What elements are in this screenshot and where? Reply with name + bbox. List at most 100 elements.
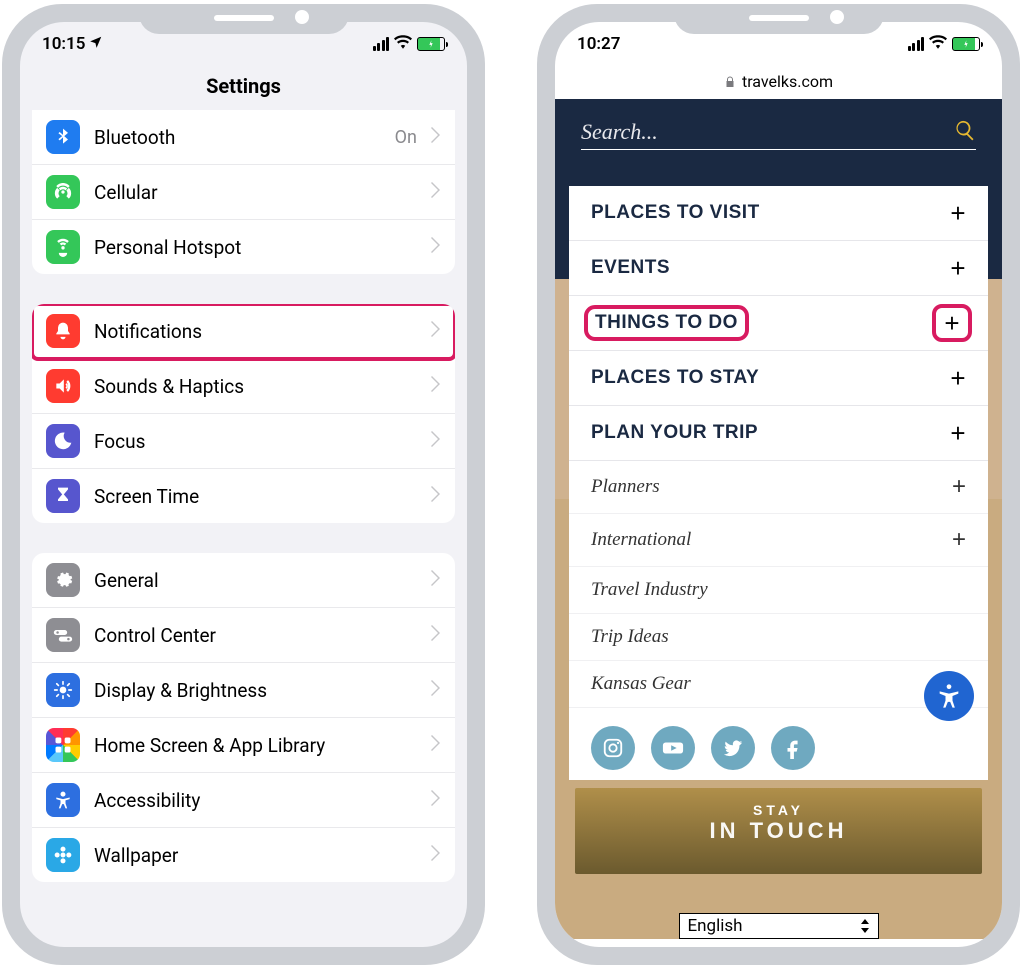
- row-detail: On: [395, 127, 417, 148]
- expand-icon[interactable]: +: [950, 255, 966, 281]
- battery-charging-icon: [417, 37, 445, 51]
- expand-icon[interactable]: +: [952, 473, 966, 501]
- menu-label: PLAN YOUR TRIP: [591, 422, 758, 444]
- speaker-icon: [46, 369, 80, 403]
- settings-row-focus[interactable]: Focus: [32, 414, 455, 469]
- screen-right: 10:27 travelks.com PLACES TO VISIT+EVENT…: [555, 22, 1002, 947]
- menu-label: PLACES TO VISIT: [591, 202, 760, 224]
- row-label: Bluetooth: [94, 126, 381, 149]
- chevron-right-icon: [431, 431, 441, 451]
- moon-icon: [46, 424, 80, 458]
- social-twitter-button[interactable]: [711, 726, 755, 770]
- brightness-icon: [46, 673, 80, 707]
- row-label: Control Center: [94, 624, 417, 647]
- chevron-right-icon: [431, 735, 441, 755]
- url-text: travelks.com: [742, 72, 833, 91]
- signal-icon: [908, 37, 925, 51]
- submenu-item-planners[interactable]: Planners+: [569, 461, 988, 514]
- row-label: Home Screen & App Library: [94, 734, 417, 757]
- row-label: Focus: [94, 430, 417, 453]
- settings-row-cellular[interactable]: Cellular: [32, 165, 455, 220]
- menu-item-places-to-visit[interactable]: PLACES TO VISIT +: [569, 186, 988, 241]
- settings-row-wallpaper[interactable]: Wallpaper: [32, 828, 455, 882]
- settings-row-accessibility[interactable]: Accessibility: [32, 773, 455, 828]
- row-label: Sounds & Haptics: [94, 375, 417, 398]
- stay-line1: STAY: [595, 802, 962, 818]
- bell-icon: [46, 314, 80, 348]
- chevron-right-icon: [431, 680, 441, 700]
- settings-row-general[interactable]: General: [32, 553, 455, 608]
- settings-row-notifications[interactable]: Notifications: [32, 304, 455, 359]
- row-label: Display & Brightness: [94, 679, 417, 702]
- submenu-item-trip-ideas[interactable]: Trip Ideas: [569, 614, 988, 661]
- nav-menu: PLACES TO VISIT+EVENTS+THINGS TO DO+PLAC…: [569, 186, 988, 461]
- settings-group: Bluetooth On Cellular Personal Hotspot: [32, 110, 455, 274]
- screen-left: 10:15 Settings BluetoothOnCellularPerson…: [20, 22, 467, 947]
- social-row: [569, 708, 988, 780]
- stay-in-touch-card[interactable]: STAY IN TOUCH: [575, 788, 982, 874]
- menu-item-plan-your-trip[interactable]: PLAN YOUR TRIP +: [569, 406, 988, 461]
- social-youtube-button[interactable]: [651, 726, 695, 770]
- chevron-right-icon: [431, 237, 441, 257]
- menu-item-places-to-stay[interactable]: PLACES TO STAY +: [569, 351, 988, 406]
- menu-item-things-to-do[interactable]: THINGS TO DO+: [569, 296, 988, 351]
- row-label: Personal Hotspot: [94, 236, 417, 259]
- settings-row-control-center[interactable]: Control Center: [32, 608, 455, 663]
- settings-group: Notifications Sounds & Haptics Focus Screen…: [32, 304, 455, 523]
- chevron-right-icon: [431, 486, 441, 506]
- grid-icon: [46, 728, 80, 762]
- battery-charging-icon: [952, 37, 980, 51]
- settings-row-screen-time[interactable]: Screen Time: [32, 469, 455, 523]
- youtube-icon: [662, 737, 684, 759]
- phone-right: 10:27 travelks.com PLACES TO VISIT+EVENT…: [537, 4, 1020, 965]
- expand-icon[interactable]: +: [938, 310, 966, 336]
- gear-icon: [46, 563, 80, 597]
- chevron-right-icon: [431, 127, 441, 147]
- social-facebook-button[interactable]: [771, 726, 815, 770]
- url-bar[interactable]: travelks.com: [555, 66, 1002, 99]
- settings-row-sounds-haptics[interactable]: Sounds & Haptics: [32, 359, 455, 414]
- person-icon: [46, 783, 80, 817]
- menu-label: EVENTS: [591, 257, 670, 279]
- settings-row-personal-hotspot[interactable]: Personal Hotspot: [32, 220, 455, 274]
- instagram-icon: [602, 737, 624, 759]
- submenu-label: Travel Industry: [591, 579, 708, 601]
- signal-icon: [373, 37, 390, 51]
- expand-icon[interactable]: +: [952, 526, 966, 554]
- row-label: Screen Time: [94, 485, 417, 508]
- lock-icon: [724, 76, 736, 88]
- chevron-right-icon: [431, 321, 441, 341]
- row-label: Cellular: [94, 181, 417, 204]
- settings-row-bluetooth[interactable]: Bluetooth On: [32, 110, 455, 165]
- nav-submenu: Planners+ International + Travel Industry Tr…: [569, 461, 988, 708]
- language-select[interactable]: English: [679, 913, 879, 939]
- submenu-item-travel-industry[interactable]: Travel Industry: [569, 567, 988, 614]
- submenu-item-international[interactable]: International +: [569, 514, 988, 567]
- page-body: PLACES TO VISIT+EVENTS+THINGS TO DO+PLAC…: [555, 99, 1002, 939]
- submenu-label: International: [591, 529, 691, 551]
- bluetooth-icon: [46, 120, 80, 154]
- submenu-label: Kansas Gear: [591, 673, 691, 695]
- menu-label: PLACES TO STAY: [591, 367, 759, 389]
- wifi-icon: [394, 34, 412, 54]
- settings-row-display-brightness[interactable]: Display & Brightness: [32, 663, 455, 718]
- status-time: 10:27: [577, 34, 620, 54]
- expand-icon[interactable]: +: [950, 200, 966, 226]
- search-input[interactable]: [581, 119, 954, 145]
- select-arrows-icon: [860, 919, 870, 933]
- phone-left: 10:15 Settings BluetoothOnCellularPerson…: [2, 4, 485, 965]
- search-bar: [555, 99, 1002, 186]
- accessibility-button[interactable]: [924, 671, 974, 721]
- location-arrow-icon: [89, 34, 103, 54]
- switches-icon: [46, 618, 80, 652]
- expand-icon[interactable]: +: [950, 365, 966, 391]
- stay-line2: IN TOUCH: [595, 818, 962, 844]
- menu-item-events[interactable]: EVENTS +: [569, 241, 988, 296]
- expand-icon[interactable]: +: [950, 420, 966, 446]
- hotspot-icon: [46, 230, 80, 264]
- settings-row-home-screen-app-library[interactable]: Home Screen & App Library: [32, 718, 455, 773]
- social-instagram-button[interactable]: [591, 726, 635, 770]
- search-icon[interactable]: [954, 119, 976, 145]
- chevron-right-icon: [431, 182, 441, 202]
- page-title: Settings: [20, 66, 467, 110]
